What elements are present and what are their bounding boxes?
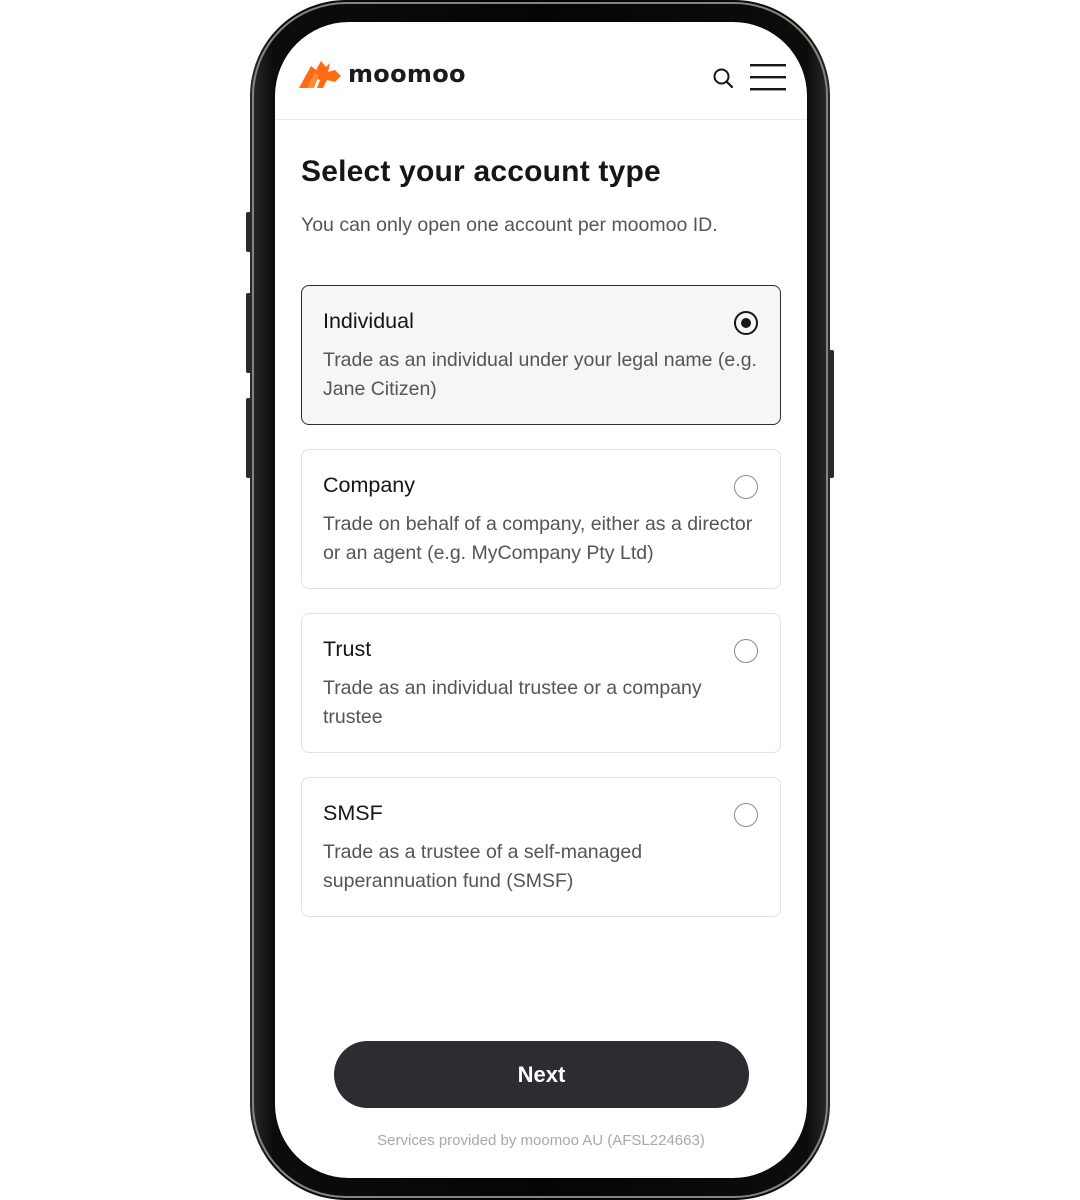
account-option-individual[interactable]: Individual Trade as an individual under … (301, 285, 781, 425)
silent-switch (246, 212, 251, 252)
account-option-trust[interactable]: Trust Trade as an individual trustee or … (301, 613, 781, 753)
brand-name: moomoo (348, 60, 466, 88)
option-title: Individual (323, 309, 414, 333)
power-button (829, 350, 834, 478)
option-description: Trade as a trustee of a self-managed sup… (323, 841, 643, 892)
top-nav-bar: moomoo (275, 22, 807, 120)
option-title: Trust (323, 637, 372, 661)
account-option-smsf[interactable]: SMSF Trade as a trustee of a self-manage… (301, 777, 781, 917)
option-title: SMSF (323, 801, 383, 825)
radio-unselected-icon[interactable] (734, 803, 758, 827)
footer-note: Services provided by moomoo AU (AFSL2246… (377, 1132, 705, 1149)
search-icon[interactable] (712, 67, 734, 89)
radio-unselected-icon[interactable] (734, 475, 758, 499)
brand-logo[interactable]: moomoo (297, 58, 466, 90)
stage: moomoo Select your account type You can … (0, 0, 1080, 1200)
volume-down-button (246, 398, 251, 478)
radio-dot (741, 318, 751, 328)
page-subtitle: You can only open one account per moomoo… (301, 214, 718, 236)
radio-unselected-icon[interactable] (734, 639, 758, 663)
volume-up-button (246, 293, 251, 373)
next-button[interactable]: Next (334, 1041, 749, 1108)
moomoo-bull-logo-icon (299, 61, 341, 88)
account-option-company[interactable]: Company Trade on behalf of a company, ei… (301, 449, 781, 589)
phone-screen: moomoo Select your account type You can … (275, 22, 807, 1178)
option-description: Trade on behalf of a company, either as … (323, 513, 753, 564)
option-title: Company (323, 473, 416, 497)
option-description: Trade as an individual under your legal … (323, 349, 757, 400)
page-title: Select your account type (301, 155, 661, 188)
radio-selected-icon[interactable] (734, 311, 758, 335)
option-description: Trade as an individual trustee or a comp… (323, 677, 702, 728)
hamburger-menu-icon[interactable] (750, 62, 786, 92)
